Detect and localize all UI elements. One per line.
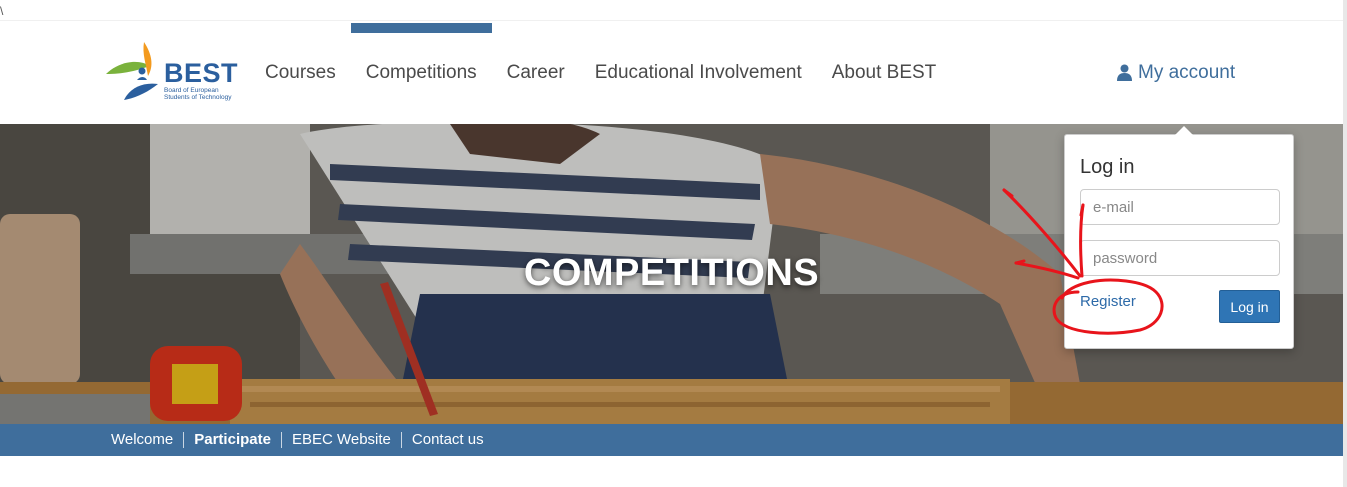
logo-subtitle: Board of European Students of Technology (164, 87, 232, 101)
nav-career[interactable]: Career (492, 21, 580, 124)
sub-nav: Welcome Participate EBEC Website Contact… (0, 424, 1343, 456)
top-strip (0, 0, 1347, 21)
login-title: Log in (1080, 156, 1135, 178)
nav-competitions[interactable]: Competitions (350, 21, 492, 124)
subnav-participate[interactable]: Participate (183, 432, 281, 448)
logo-wordmark: BEST (164, 58, 239, 88)
nav-about-best[interactable]: About BEST (817, 21, 952, 124)
main-nav: Courses Competitions Career Educational … (250, 21, 951, 124)
my-account-link[interactable]: My account (1117, 21, 1235, 124)
site-header: BEST Board of European Students of Techn… (0, 21, 1343, 124)
corner-mark: \ (0, 4, 4, 18)
subnav-ebec-website[interactable]: EBEC Website (280, 432, 401, 448)
my-account-label: My account (1138, 61, 1236, 83)
login-popover: Log in Register Log in (1064, 126, 1294, 349)
subnav-welcome[interactable]: Welcome (101, 432, 183, 448)
user-icon (1117, 64, 1132, 81)
email-field[interactable] (1080, 189, 1280, 225)
popover-caret (1175, 126, 1193, 135)
best-logo[interactable]: BEST Board of European Students of Techn… (104, 40, 244, 106)
nav-educational-involvement[interactable]: Educational Involvement (580, 21, 817, 124)
nav-courses[interactable]: Courses (250, 21, 351, 124)
best-logo-mark (106, 42, 158, 100)
register-link[interactable]: Register (1080, 293, 1136, 310)
sub-nav-list: Welcome Participate EBEC Website Contact… (101, 424, 494, 456)
password-field[interactable] (1080, 240, 1280, 276)
login-button[interactable]: Log in (1219, 290, 1280, 323)
scrollbar[interactable] (1343, 0, 1347, 487)
subnav-contact-us[interactable]: Contact us (400, 432, 494, 448)
